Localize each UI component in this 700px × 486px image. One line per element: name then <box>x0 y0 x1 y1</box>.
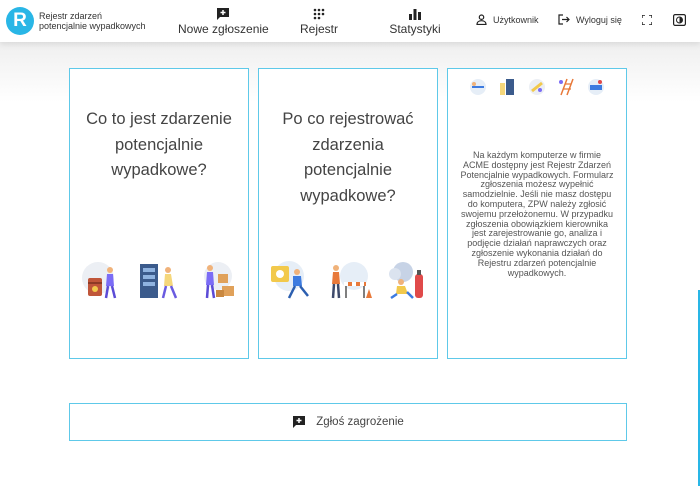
top-navigation-bar: R Rejestr zdarzeń potencjalnie wypadkowy… <box>0 0 700 42</box>
worker-extinguisher-illustration <box>389 262 423 300</box>
nav-statistics[interactable]: Statystyki <box>386 7 444 36</box>
illustration-row <box>269 256 427 300</box>
registry-dots-icon <box>313 8 325 20</box>
worker-boxes-illustration <box>204 262 234 299</box>
worker-cabinet-illustration <box>140 264 178 299</box>
app-title-line2: potencjalnie wypadkowych <box>39 21 146 31</box>
report-hazard-button[interactable]: Zgłoś zagrożenie <box>69 403 627 441</box>
worker-barrier-illustration <box>331 262 372 299</box>
mini-illustration-row <box>468 77 606 99</box>
fullscreen-icon[interactable] <box>642 15 652 25</box>
nav-new-report[interactable]: Nowe zgłoszenie <box>178 7 269 36</box>
app-title[interactable]: Rejestr zdarzeń potencjalnie wypadkowych <box>39 11 146 31</box>
add-comment-icon <box>293 416 306 428</box>
app-title-line1: Rejestr zdarzeń <box>39 11 103 21</box>
mini-illustration-worker <box>470 79 486 95</box>
card-title: Po co rejestrować zdarzenia potencjalnie… <box>282 110 414 205</box>
logout-button[interactable]: Wyloguj się <box>558 14 622 25</box>
nav-registry-label: Rejestr <box>299 22 338 36</box>
info-card-why-register: Po co rejestrować zdarzenia potencjalnie… <box>258 68 438 359</box>
contrast-toggle-icon[interactable] <box>673 14 686 26</box>
user-menu[interactable]: Użytkownik <box>476 14 539 25</box>
worker-barrel-illustration <box>82 262 117 299</box>
card-description: Na każdym komputerze w firmie ACME dostę… <box>460 150 614 278</box>
logout-icon <box>558 14 570 25</box>
worker-socket-illustration <box>271 261 309 299</box>
nav-registry[interactable]: Rejestr <box>296 7 342 36</box>
bar-chart-icon <box>409 9 421 20</box>
info-card-how-to-report: Na każdym komputerze w firmie ACME dostę… <box>447 68 627 359</box>
mini-illustration-fall <box>529 79 545 95</box>
info-card-what-is: Co to jest zdarzenie potencjalnie wypadk… <box>69 68 249 359</box>
mini-illustration-ladder <box>558 78 574 96</box>
user-menu-label: Użytkownik <box>493 14 539 25</box>
mini-illustration-machine <box>588 79 604 95</box>
app-logo[interactable]: R <box>6 7 34 35</box>
mini-illustration-cabinet <box>499 79 514 95</box>
card-title: Co to jest zdarzenie potencjalnie wypadk… <box>86 110 232 179</box>
add-comment-icon <box>217 8 229 20</box>
nav-new-report-label: Nowe zgłoszenie <box>178 22 269 36</box>
illustration-row <box>80 256 238 300</box>
person-icon <box>476 14 487 25</box>
report-hazard-label: Zgłoś zagrożenie <box>316 416 404 428</box>
nav-statistics-label: Statystyki <box>389 22 441 36</box>
logout-label: Wyloguj się <box>576 14 622 25</box>
